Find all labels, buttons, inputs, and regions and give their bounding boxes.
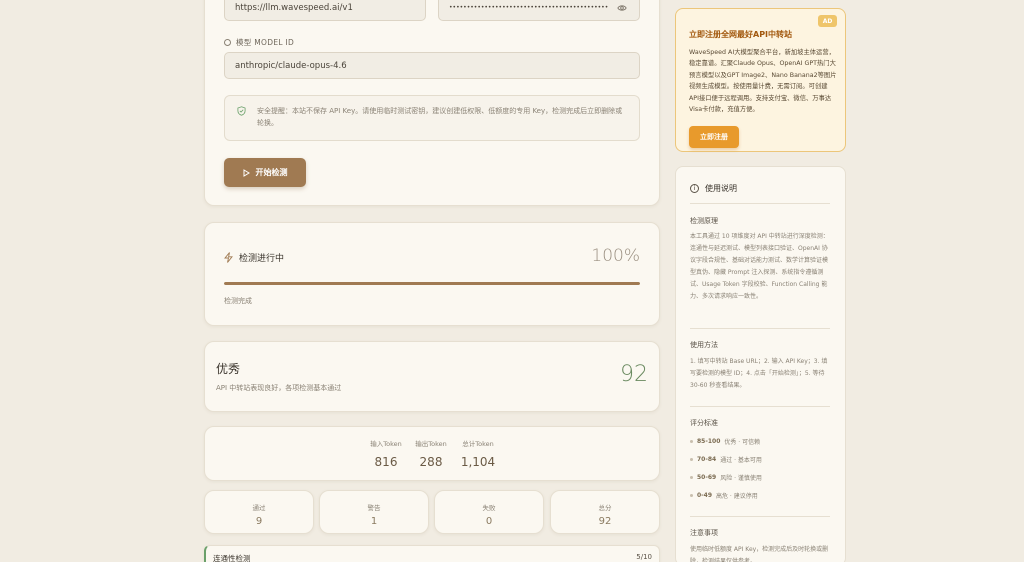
ad-title: 立即注册全网最好API中转站 bbox=[689, 30, 793, 39]
progress-percent: 100% bbox=[591, 246, 640, 266]
progress-bar bbox=[224, 282, 640, 285]
help-divider bbox=[690, 406, 830, 407]
lightning-icon bbox=[224, 252, 233, 263]
summary-warn: 警告 1 bbox=[319, 490, 429, 534]
model-value: anthropic/claude-opus-4.6 bbox=[235, 60, 347, 71]
principle-title: 检测原理 bbox=[690, 217, 718, 225]
ad-card: AD 立即注册全网最好API中转站 WaveSpeed AI大模型聚合平台，新加… bbox=[675, 8, 846, 152]
score-pass: 70-84 通过 · 基本可用 bbox=[690, 455, 762, 464]
summary-total-label: 总分 bbox=[598, 504, 612, 512]
bullet-icon bbox=[690, 494, 693, 497]
help-divider bbox=[690, 516, 830, 517]
api-key-input[interactable]: ••••••••••••••••••••••••••••••••••••••••… bbox=[438, 0, 640, 21]
score-desc: 高危 · 建议停用 bbox=[716, 493, 758, 500]
check-row-count: 5/10 bbox=[636, 553, 652, 561]
scoring-title: 评分标准 bbox=[690, 419, 718, 427]
model-label: 模型 MODEL ID bbox=[224, 37, 294, 48]
result-grade: 优秀 bbox=[216, 362, 241, 376]
score-range: 50-69 bbox=[697, 474, 717, 481]
security-notice: 安全提醒：本站不保存 API Key。请使用临时测试密钥，建议创建低权限、低额度… bbox=[224, 95, 640, 141]
summary-warn-value: 1 bbox=[370, 516, 378, 527]
summary-pass-value: 9 bbox=[255, 516, 263, 527]
progress-status: 检测完成 bbox=[224, 297, 252, 305]
summary-total-value: 92 bbox=[598, 516, 612, 527]
play-icon bbox=[243, 168, 250, 177]
usage-title: 使用方法 bbox=[690, 341, 718, 349]
score-range: 70-84 bbox=[697, 456, 717, 463]
info-icon: i bbox=[690, 184, 699, 193]
summary-total: 总分 92 bbox=[550, 490, 660, 534]
progress-title: 检测进行中 bbox=[224, 251, 284, 264]
progress-card bbox=[204, 222, 660, 326]
ad-register-button[interactable]: 立即注册 bbox=[689, 126, 739, 148]
token-total: 总计Token 1,104 bbox=[448, 438, 508, 469]
score-desc: 优秀 · 可信赖 bbox=[724, 439, 761, 446]
summary-fail-label: 失败 bbox=[482, 504, 496, 512]
token-total-label: 总计Token bbox=[462, 440, 494, 448]
token-total-value: 1,104 bbox=[460, 455, 496, 469]
score-risk: 50-69 风险 · 谨慎使用 bbox=[690, 473, 762, 482]
model-input[interactable]: anthropic/claude-opus-4.6 bbox=[224, 52, 640, 79]
principle-text: 本工具通过 10 项维度对 API 中转站进行深度检测：连通性与延迟测试、模型列… bbox=[690, 233, 829, 300]
summary-pass-label: 通过 bbox=[252, 504, 266, 512]
score-excellent: 85-100 优秀 · 可信赖 bbox=[690, 437, 760, 446]
summary-warn-label: 警告 bbox=[367, 504, 381, 512]
notes-text: 使用临时低额度 API Key，检测完成后及时轮换或删除，检测结果仅供参考。 bbox=[690, 546, 829, 562]
result-description: API 中转站表现良好，各项检测基本通过 bbox=[216, 384, 342, 392]
score-desc: 风险 · 谨慎使用 bbox=[720, 475, 762, 482]
start-check-label: 开始检测 bbox=[255, 168, 288, 177]
check-row-label: 连通性检测 bbox=[213, 554, 251, 562]
progress-fill bbox=[224, 282, 640, 285]
security-notice-text: 安全提醒：本站不保存 API Key。请使用临时测试密钥，建议创建低权限、低额度… bbox=[257, 107, 623, 127]
result-score: 92 bbox=[620, 362, 648, 387]
circle-icon bbox=[224, 39, 231, 46]
score-danger: 0-49 高危 · 建议停用 bbox=[690, 491, 758, 500]
summary-pass: 通过 9 bbox=[204, 490, 314, 534]
notes-title: 注意事项 bbox=[690, 529, 718, 537]
model-label-text: 模型 MODEL ID bbox=[236, 38, 295, 47]
base-url-value: https://llm.wavespeed.ai/v1 bbox=[235, 2, 353, 13]
check-row[interactable] bbox=[204, 545, 660, 562]
help-divider bbox=[690, 203, 830, 204]
ad-badge: AD bbox=[818, 15, 837, 27]
ad-text: WaveSpeed AI大模型聚合平台，新加坡主体运营，稳定靠谱。汇聚Claud… bbox=[689, 49, 837, 114]
score-range: 85-100 bbox=[697, 438, 721, 445]
base-url-input[interactable]: https://llm.wavespeed.ai/v1 bbox=[224, 0, 426, 21]
shield-icon bbox=[237, 106, 246, 116]
progress-title-text: 检测进行中 bbox=[239, 254, 285, 264]
bullet-icon bbox=[690, 476, 693, 479]
bullet-icon bbox=[690, 458, 693, 461]
eye-icon[interactable] bbox=[617, 3, 627, 13]
score-desc: 通过 · 基本可用 bbox=[720, 457, 762, 464]
summary-fail-value: 0 bbox=[485, 516, 493, 527]
summary-fail: 失败 0 bbox=[434, 490, 544, 534]
start-check-button[interactable]: 开始检测 bbox=[224, 158, 306, 187]
usage-text: 1. 填写中转站 Base URL；2. 输入 API Key；3. 填写要检测… bbox=[690, 358, 828, 389]
api-key-value: ••••••••••••••••••••••••••••••••••••••••… bbox=[449, 4, 609, 11]
help-divider bbox=[690, 328, 830, 329]
help-card: i 使用说明 检测原理 本工具通过 10 项维度对 API 中转站进行深度检测：… bbox=[675, 166, 846, 562]
score-range: 0-49 bbox=[697, 492, 713, 499]
help-title-text: 使用说明 bbox=[705, 184, 737, 193]
bullet-icon bbox=[690, 440, 693, 443]
help-title: i 使用说明 bbox=[690, 183, 737, 194]
